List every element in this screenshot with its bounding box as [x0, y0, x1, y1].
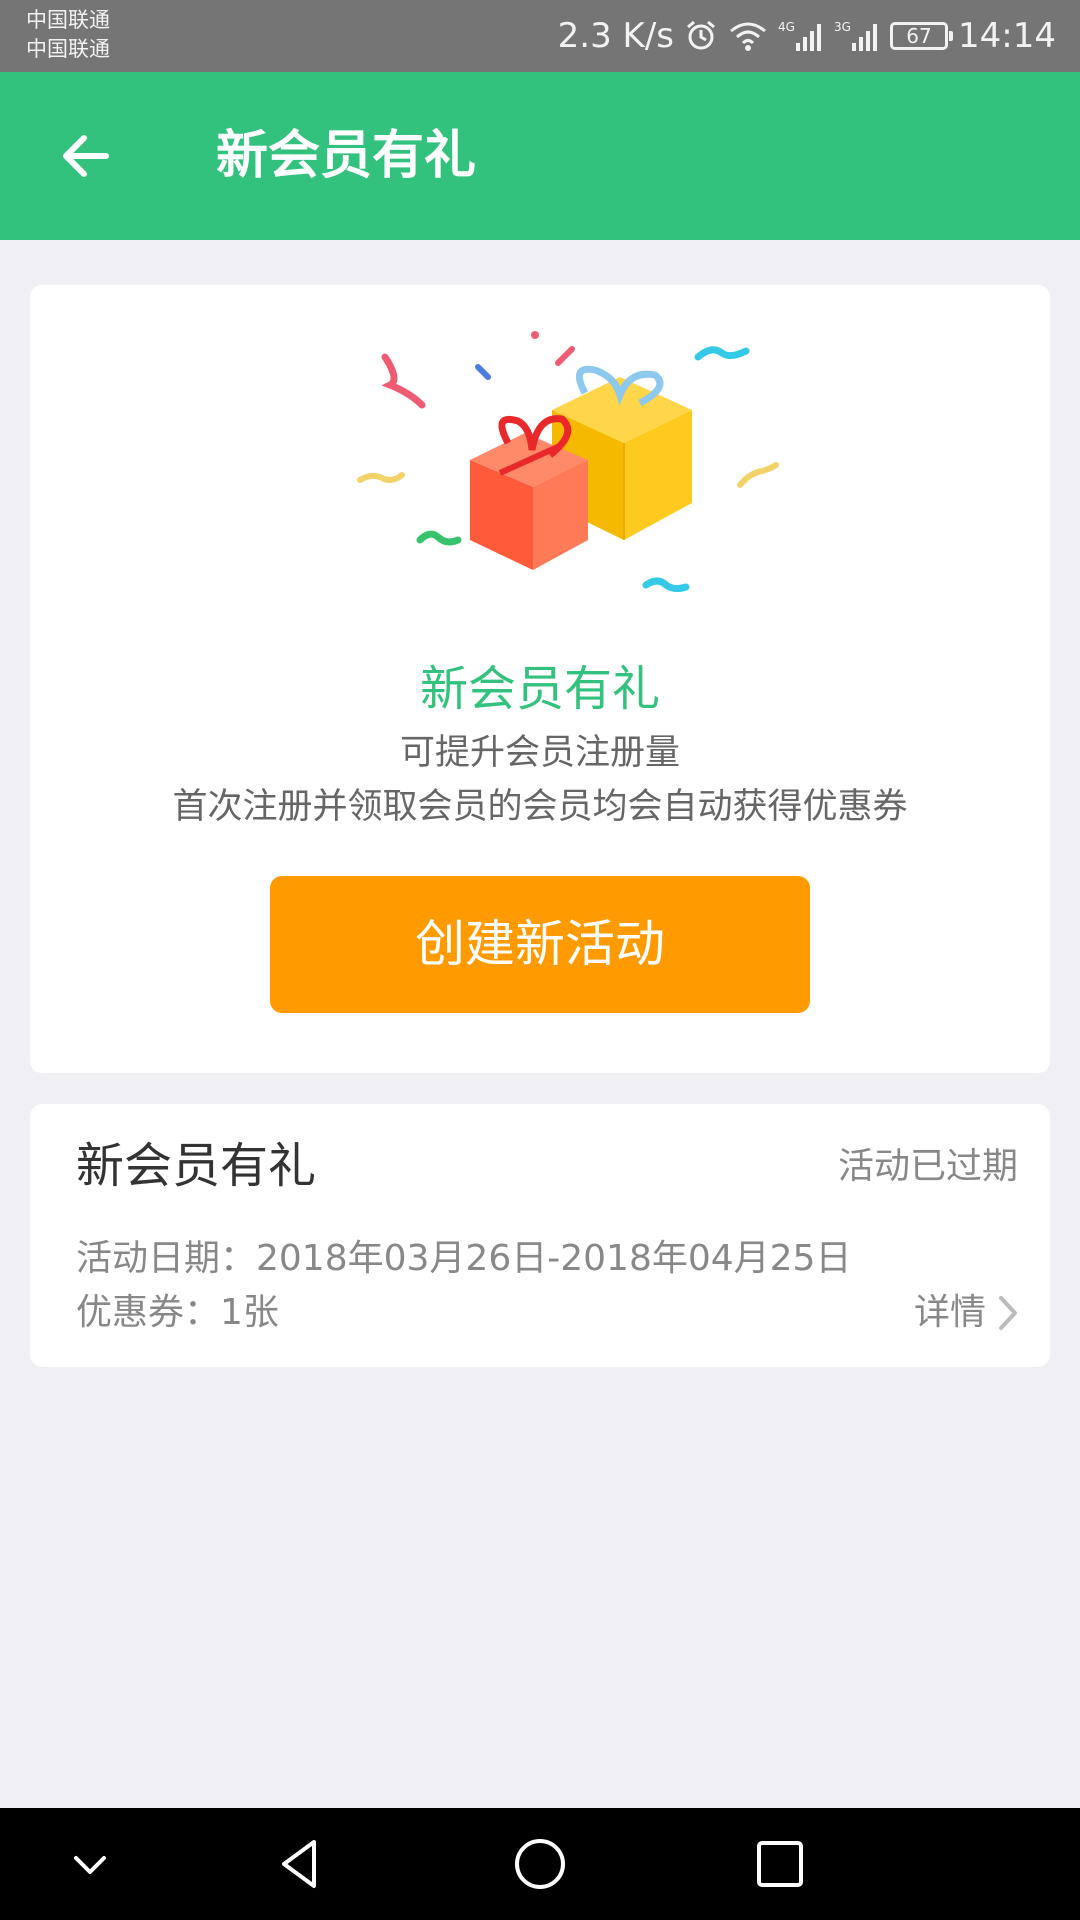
clock: 14:14: [958, 16, 1056, 56]
activity-status-badge: 活动已过期: [837, 1146, 1018, 1187]
app-bar: 新会员有礼: [0, 72, 1080, 240]
back-triangle-icon[interactable]: [270, 1834, 330, 1894]
recents-square-icon[interactable]: [750, 1834, 810, 1894]
activity-list-item[interactable]: 新会员有礼 活动已过期 活动日期：2018年03月26日-2018年04月25日…: [30, 1104, 1050, 1367]
status-indicators: 2.3 K/s 4G 3G 67 14:14: [558, 0, 1056, 72]
details-link[interactable]: 详情: [914, 1288, 1020, 1338]
wifi-icon: [730, 22, 766, 51]
signal-4g-icon: 4G: [778, 20, 822, 51]
promo-description-2: 首次注册并领取会员的会员均会自动获得优惠券: [172, 787, 908, 827]
chevron-down-icon[interactable]: [60, 1834, 120, 1894]
page-title: 新会员有礼: [216, 126, 477, 186]
carrier-label-2: 中国联通: [26, 37, 110, 61]
signal-4g-label: 4G: [778, 20, 795, 34]
arrow-left-icon[interactable]: [54, 124, 118, 188]
signal-3g-icon: 3G: [834, 20, 878, 51]
signal-3g-label: 3G: [834, 20, 851, 34]
carrier-info: 中国联通 中国联通: [26, 6, 110, 64]
promo-card: 新会员有礼 可提升会员注册量 首次注册并领取会员的会员均会自动获得优惠券 创建新…: [30, 285, 1050, 1073]
activity-coupons: 优惠券：1张: [76, 1292, 279, 1333]
status-bar: 中国联通 中国联通 2.3 K/s 4G 3G 67 14:14: [0, 0, 1080, 72]
home-circle-icon[interactable]: [510, 1834, 570, 1894]
create-activity-button[interactable]: 创建新活动: [270, 876, 810, 1013]
network-speed: 2.3 K/s: [557, 16, 675, 56]
promo-description-1: 可提升会员注册量: [399, 733, 680, 773]
details-label: 详情: [913, 1292, 986, 1333]
promo-title: 新会员有礼: [419, 661, 660, 717]
battery-level: 67: [906, 24, 932, 48]
system-nav-bar: [0, 1808, 1080, 1920]
activity-dates: 活动日期：2018年03月26日-2018年04月25日: [76, 1238, 852, 1279]
carrier-label-1: 中国联通: [26, 8, 110, 32]
activity-title: 新会员有礼: [76, 1138, 317, 1194]
alarm-icon: [687, 20, 715, 50]
chevron-right-icon: [999, 1296, 1017, 1330]
gift-boxes-illustration: [357, 331, 779, 593]
battery-icon: 67: [890, 22, 954, 50]
